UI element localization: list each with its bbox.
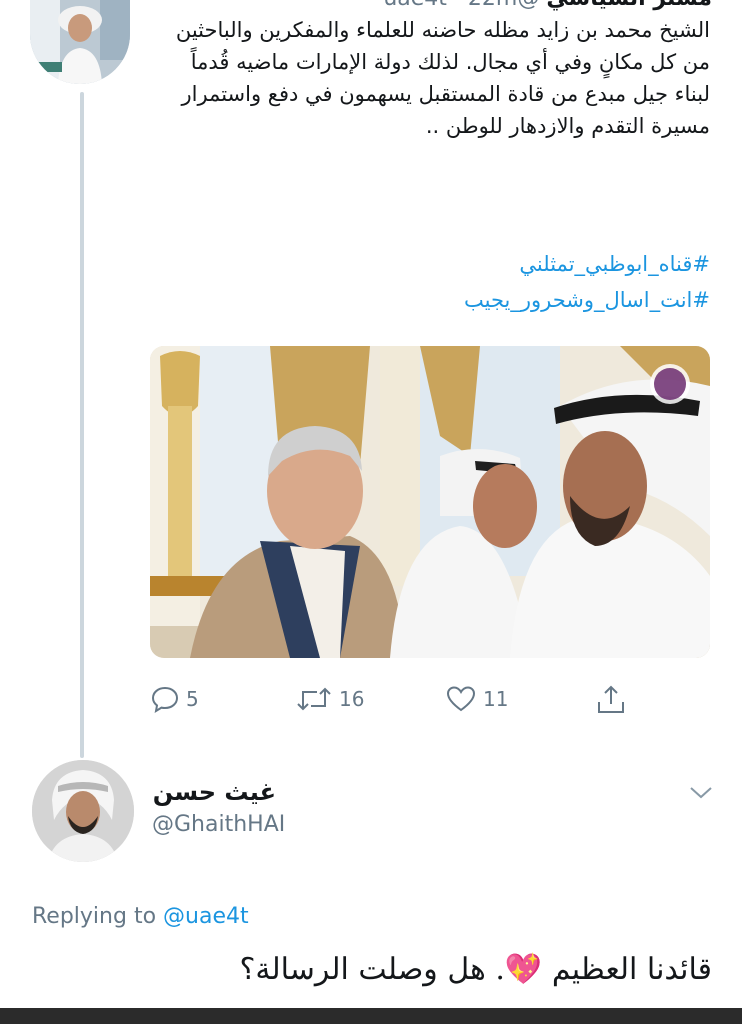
author-handle-time: @uae4t · 22m: [383, 0, 539, 11]
hashtag-link-2[interactable]: #انت_اسال_وشحرور_يجيب: [464, 288, 710, 312]
reply-author-name[interactable]: غيث حسن: [153, 778, 276, 806]
reply-icon: [150, 684, 180, 714]
tweet-photo[interactable]: [150, 346, 710, 658]
reply-author-avatar[interactable]: [32, 760, 134, 862]
author-name[interactable]: مستر السياسي: [546, 0, 712, 11]
replying-to-mention[interactable]: @uae4t: [163, 904, 249, 929]
share-button[interactable]: [595, 684, 627, 716]
tweet-actions: 5 16 11: [150, 684, 630, 716]
hashtag-link-1[interactable]: #قناه_ابوظبي_تمثلني: [519, 252, 710, 276]
reply-body: قائدنا العظيم 💖. هل وصلت الرسالة؟: [239, 952, 712, 987]
retweet-count: 16: [339, 687, 365, 711]
retweet-button[interactable]: 16: [295, 684, 364, 714]
replying-to: Replying to @uae4t: [32, 904, 249, 929]
tweet-body: الشيخ محمد بن زايد مظله حاضنه للعلماء وا…: [175, 18, 710, 138]
share-icon: [595, 684, 627, 716]
thread-line: [80, 92, 84, 758]
reply-author-handle[interactable]: @GhaithHAI: [152, 812, 285, 837]
tweet-header: مستر السياسي @uae4t · 22m: [383, 0, 712, 11]
replying-to-label: Replying to: [32, 904, 157, 929]
reply-button[interactable]: 5: [150, 684, 199, 714]
like-count: 11: [483, 687, 509, 711]
chevron-down-icon[interactable]: [688, 784, 714, 806]
bottom-toolbar: [0, 1008, 742, 1024]
like-button[interactable]: 11: [445, 684, 508, 714]
reply-count: 5: [186, 687, 199, 711]
retweet-icon: [295, 684, 333, 714]
author-avatar[interactable]: [30, 0, 130, 84]
like-icon: [445, 684, 477, 714]
